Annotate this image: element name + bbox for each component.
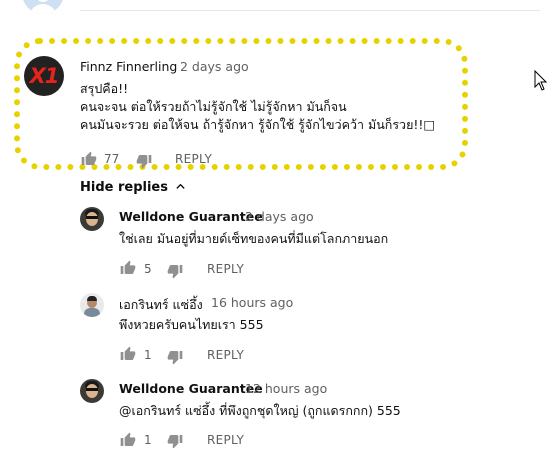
comment-text-line-2: คนจะจน ต่อให้รวยถ้าไม่รู้จักใช้ ไม่รู้จั… <box>80 99 347 114</box>
thumbs-down-icon[interactable] <box>167 263 183 279</box>
avatar-head <box>36 0 50 2</box>
thumbs-up-icon[interactable] <box>120 432 136 448</box>
reply-button[interactable]: REPLY <box>207 348 244 362</box>
reply-author-avatar[interactable] <box>80 379 104 403</box>
reply-button[interactable]: REPLY <box>207 433 244 447</box>
author-avatar[interactable]: X1 <box>24 56 64 96</box>
reply-text: ใช่เลย มันอยู่ที่มายด์เซ็ทของคนที่มีแต่โ… <box>119 231 389 246</box>
reply-time[interactable]: 12 hours ago <box>245 381 327 396</box>
comment-text-line-3: คนมันจะรวย ต่อให้จน ถ้ารู้จักหา รู้จักใช… <box>80 117 436 132</box>
hide-replies-button[interactable]: Hide replies <box>80 180 186 195</box>
reply-author[interactable]: Welldone Guarantee <box>119 381 263 396</box>
avatar-hair <box>87 296 97 301</box>
comment-time[interactable]: 2 days ago <box>180 59 249 74</box>
avatar-glasses <box>86 216 98 219</box>
avatar-badge-text: X1 <box>29 64 60 88</box>
thumbs-down-icon[interactable] <box>136 153 152 169</box>
like-count: 1 <box>144 348 152 362</box>
user-avatar[interactable] <box>22 0 64 14</box>
reply-text: พึงหวยครับคนไทยเรา 555 <box>119 317 264 332</box>
thumbs-up-icon[interactable] <box>81 151 97 167</box>
avatar-body <box>84 308 100 317</box>
comment-text-line-1: สรุปคือ!! <box>80 81 129 96</box>
thumbs-down-icon[interactable] <box>167 349 183 365</box>
chevron-up-icon <box>175 183 185 189</box>
reply-author[interactable]: Welldone Guarantee <box>119 209 263 224</box>
hide-replies-label: Hide replies <box>80 180 168 195</box>
comment-author[interactable]: Finnz Finnerling <box>80 59 177 74</box>
reply-author-avatar[interactable] <box>80 293 104 317</box>
avatar-face <box>86 212 98 226</box>
reply-author[interactable]: เอกรินทร์ แซ่อึ้ง <box>119 295 203 315</box>
reply-time[interactable]: 16 hours ago <box>211 295 293 310</box>
like-count: 1 <box>144 433 152 447</box>
avatar-glasses <box>86 388 98 391</box>
thumbs-up-icon[interactable] <box>120 260 136 276</box>
reply-button[interactable]: REPLY <box>175 152 212 166</box>
thumbs-down-icon[interactable] <box>167 433 183 449</box>
avatar-shoulders <box>29 4 57 14</box>
reply-text: @เอกรินทร์ แซ่อึ้ง ที่พึงถูกชุดใหญ่ (ถูก… <box>119 403 401 418</box>
divider <box>80 10 540 11</box>
like-count: 5 <box>144 262 152 276</box>
thumbs-up-icon[interactable] <box>120 346 136 362</box>
reply-button[interactable]: REPLY <box>207 262 244 276</box>
like-count: 77 <box>104 152 120 166</box>
reply-author-avatar[interactable] <box>80 207 104 231</box>
avatar-face <box>86 384 98 398</box>
mouse-cursor-icon <box>534 69 548 95</box>
reply-time[interactable]: 2 days ago <box>245 209 314 224</box>
